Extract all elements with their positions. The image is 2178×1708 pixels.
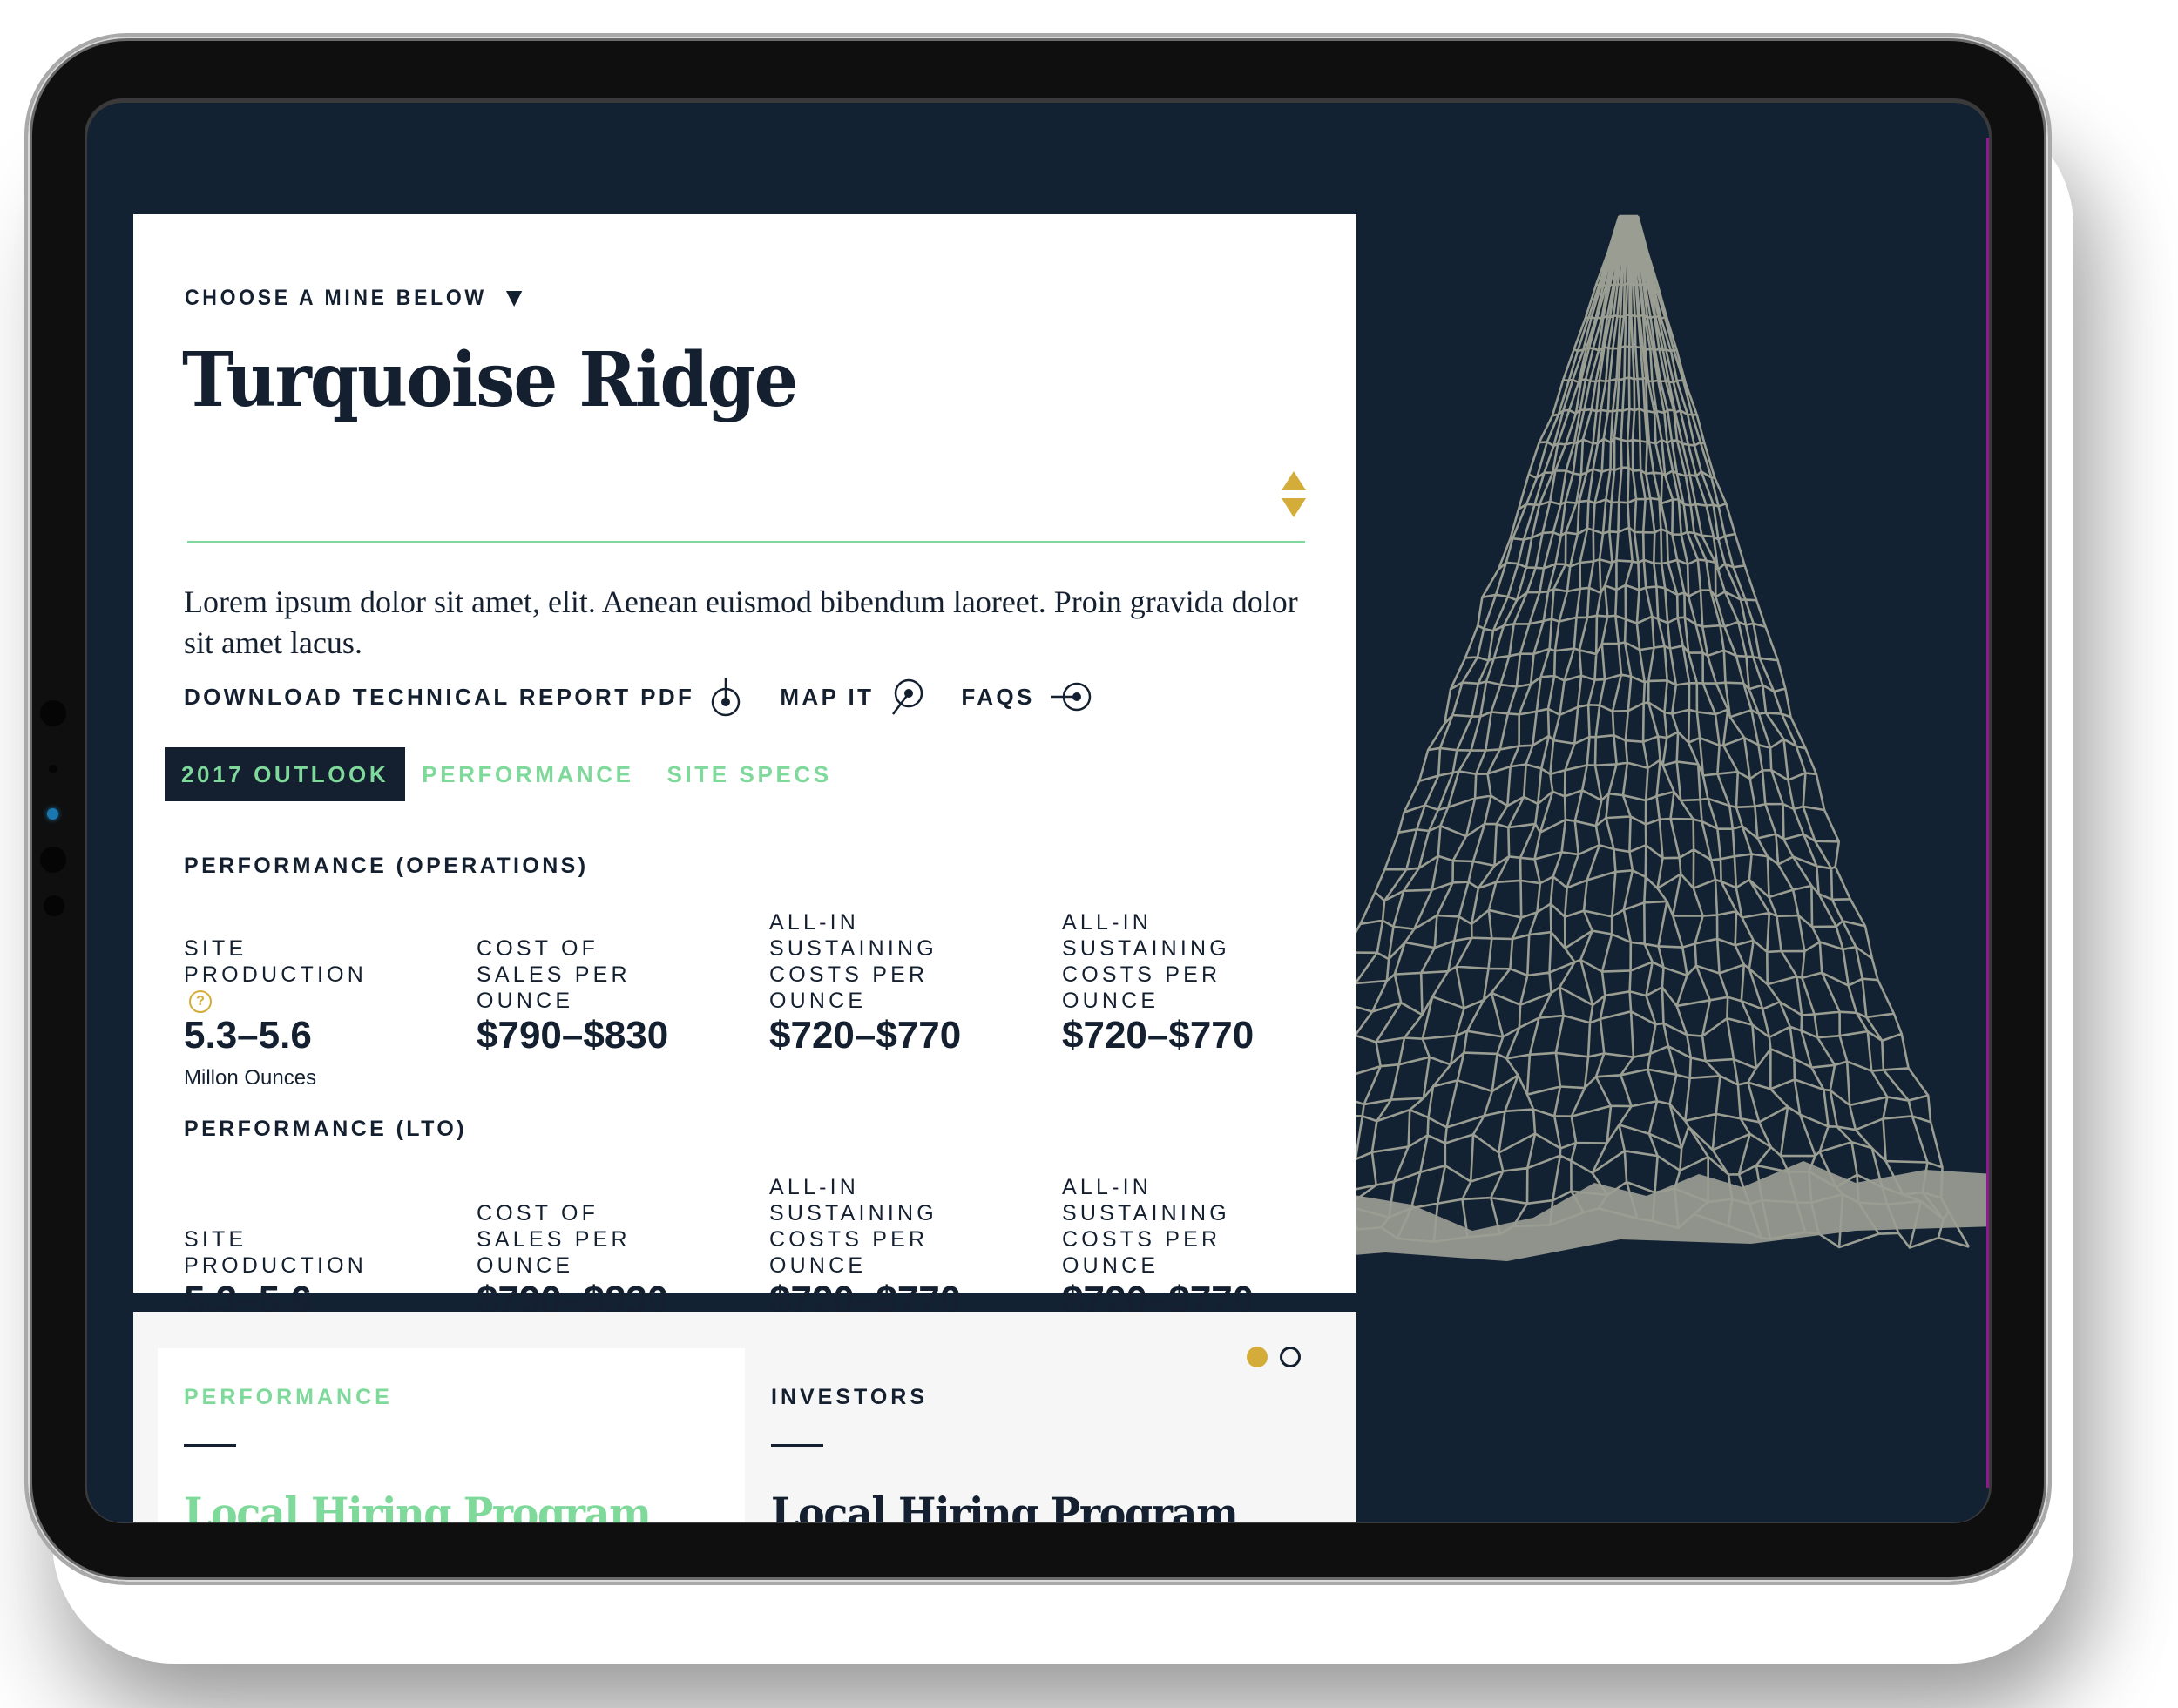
tab-2017-outlook[interactable]: 2017 OUTLOOK xyxy=(165,747,406,801)
metric-value: 5.3–5.6 xyxy=(184,1014,312,1057)
metric-label: ALL-IN SUSTAINING COSTS PER OUNCE xyxy=(1062,910,1230,1013)
metric-label: SITE PRODUCTION? xyxy=(184,935,393,1014)
faqs-label: FAQS xyxy=(961,683,1035,710)
mine-title: Turquoise Ridge xyxy=(182,336,799,424)
mine-chooser-label: CHOOSE A MINE BELOW xyxy=(185,286,487,310)
metric-unit: Millon Ounces xyxy=(184,1066,317,1090)
card-headline[interactable]: Local Hiring Program Changing Lives xyxy=(771,1486,1284,1522)
resource-links: DOWNLOAD TECHNICAL REPORT PDF MAP IT FAQ… xyxy=(184,676,1131,718)
card-divider xyxy=(771,1444,823,1447)
metric-label: ALL-IN SUSTAINING COSTS PER OUNCE xyxy=(769,910,937,1013)
mine-chooser-dropdown[interactable]: CHOOSE A MINE BELOW xyxy=(185,286,523,311)
news-carousel: PERFORMANCE Local Hiring Program Changin… xyxy=(133,1312,1356,1522)
metric-aisc: ALL-IN SUSTAINING COSTS PER OUNCE $720–$… xyxy=(769,910,1062,1094)
mine-stepper[interactable] xyxy=(1282,471,1306,517)
previous-mine-arrow-icon[interactable] xyxy=(1282,471,1306,490)
metric-label: SITE PRODUCTION xyxy=(184,1227,368,1278)
metric-value: $790–$830 xyxy=(477,1014,669,1057)
section-title-lto: PERFORMANCE (LTO) xyxy=(184,1117,467,1141)
metric-label: ALL-IN SUSTAINING COSTS PER OUNCE xyxy=(1062,1175,1230,1278)
sensor-dot-icon xyxy=(44,895,64,916)
metric-label: COST OF SALES PER OUNCE xyxy=(477,1201,631,1278)
metric-site-production: SITE PRODUCTION? 5.3–5.6 Millon Ounces xyxy=(184,928,477,1094)
tablet-screen: CHOOSE A MINE BELOW Turquoise Ridge Lore… xyxy=(87,103,1989,1522)
tab-performance[interactable]: PERFORMANCE xyxy=(405,747,650,801)
camera-lens-icon xyxy=(40,700,66,726)
news-card-investors[interactable]: INVESTORS Local Hiring Program Changing … xyxy=(745,1348,1337,1522)
section-title-operations: PERFORMANCE (OPERATIONS) xyxy=(184,854,589,878)
mine-intro-text: Lorem ipsum dolor sit amet, elit. Aenean… xyxy=(184,584,1298,660)
carousel-pagination xyxy=(1247,1347,1301,1367)
map-it-label: MAP IT xyxy=(780,683,875,710)
help-icon[interactable]: ? xyxy=(189,990,212,1014)
metric-aisc: ALL-IN SUSTAINING COSTS PER OUNCE $720–$… xyxy=(1062,910,1355,1094)
camera-indicator-icon xyxy=(47,808,58,820)
map-pin-icon xyxy=(892,678,923,715)
faqs-link[interactable]: FAQS xyxy=(961,679,1093,714)
download-report-link[interactable]: DOWNLOAD TECHNICAL REPORT PDF xyxy=(184,676,743,718)
card-category: INVESTORS xyxy=(771,1385,929,1409)
sensor-dot-icon xyxy=(49,765,57,773)
title-divider xyxy=(187,541,1305,543)
metrics-operations: SITE PRODUCTION? 5.3–5.6 Millon Ounces C… xyxy=(184,910,1355,1094)
metric-value: $720–$770 xyxy=(769,1014,962,1057)
news-card-performance[interactable]: PERFORMANCE Local Hiring Program Changin… xyxy=(158,1348,745,1522)
camera-lens-icon xyxy=(40,847,66,873)
metric-label: ALL-IN SUSTAINING COSTS PER OUNCE xyxy=(769,1175,937,1278)
screen-edge-highlight xyxy=(1986,138,1989,1488)
card-divider xyxy=(184,1444,236,1447)
faq-target-icon xyxy=(1050,682,1092,712)
mine-detail-panel: CHOOSE A MINE BELOW Turquoise Ridge Lore… xyxy=(133,214,1356,1354)
download-icon xyxy=(712,678,741,717)
metric-label: COST OF SALES PER OUNCE xyxy=(477,936,631,1013)
card-headline[interactable]: Local Hiring Program Changing Lives xyxy=(184,1486,697,1522)
mine-tabs: 2017 OUTLOOK PERFORMANCE SITE SPECS xyxy=(165,747,849,801)
wireframe-mesh xyxy=(1333,214,1971,1250)
card-category: PERFORMANCE xyxy=(184,1385,393,1409)
download-report-label: DOWNLOAD TECHNICAL REPORT PDF xyxy=(184,683,695,710)
next-mine-arrow-icon[interactable] xyxy=(1282,498,1306,517)
carousel-dot-1[interactable] xyxy=(1247,1347,1268,1367)
carousel-dot-2[interactable] xyxy=(1280,1347,1301,1367)
metric-value: $720–$770 xyxy=(1062,1014,1255,1057)
tab-site-specs[interactable]: SITE SPECS xyxy=(651,747,849,801)
caret-down-icon xyxy=(505,290,523,307)
mountain-base xyxy=(1333,1161,1989,1261)
mountain-wireframe-illustration xyxy=(1333,214,1989,1261)
metric-cost-of-sales: COST OF SALES PER OUNCE $790–$830 xyxy=(477,928,769,1094)
map-it-link[interactable]: MAP IT xyxy=(780,676,924,718)
